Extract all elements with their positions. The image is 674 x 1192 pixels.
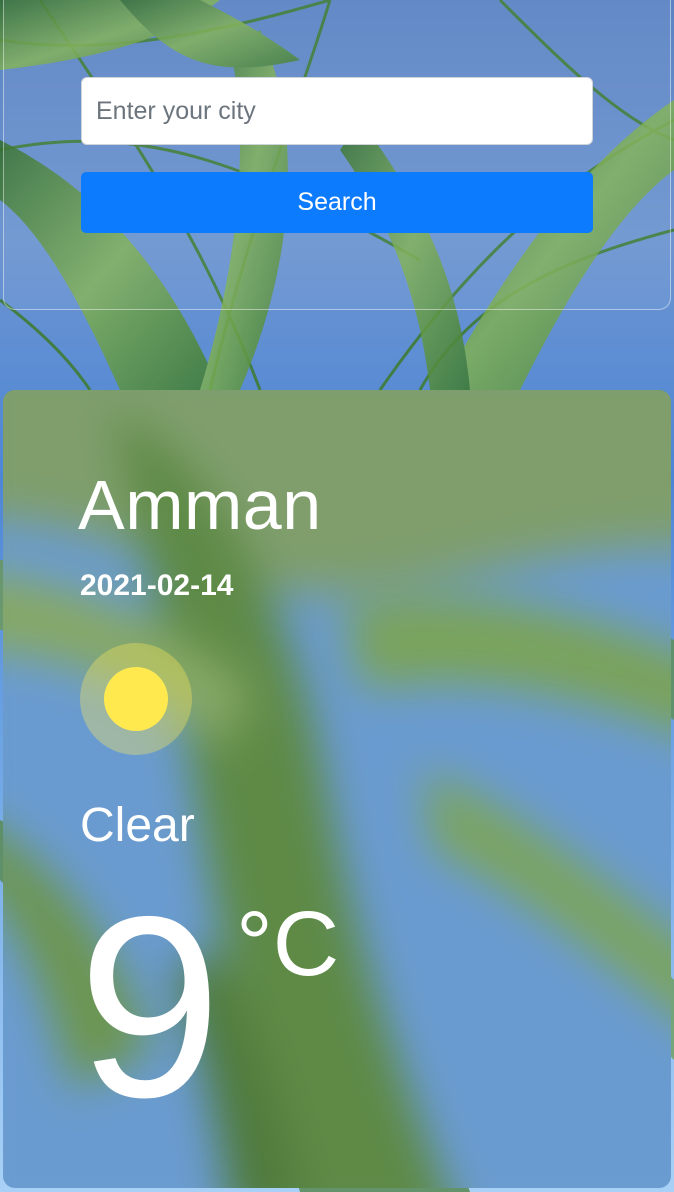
weather-app: Search Amman 2021-02-14 Clear 9 °C [0, 0, 674, 1192]
city-name: Amman [78, 466, 322, 544]
weather-date: 2021-02-14 [80, 569, 234, 602]
search-card [3, 0, 671, 310]
temperature-unit: °C [236, 893, 340, 995]
sun-icon [80, 643, 192, 755]
temperature-value: 9 [78, 862, 222, 1151]
sun-core [104, 667, 168, 731]
weather-condition: Clear [80, 799, 195, 852]
search-button[interactable]: Search [81, 172, 593, 233]
city-search-input[interactable] [81, 77, 593, 145]
